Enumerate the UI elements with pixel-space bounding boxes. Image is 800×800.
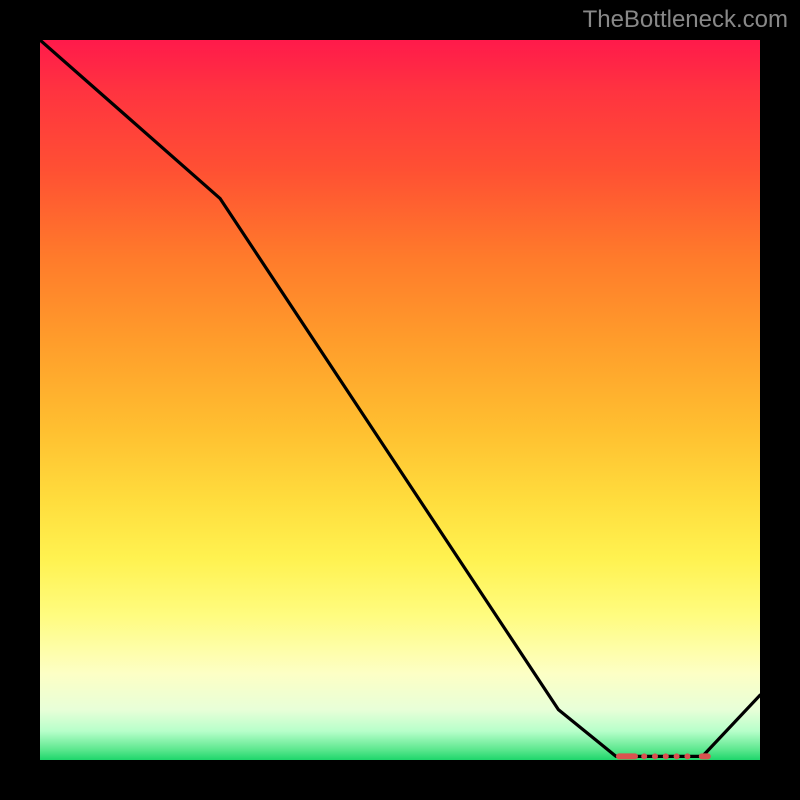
attribution-text: TheBottleneck.com — [583, 6, 788, 34]
optimum-dash — [674, 753, 680, 759]
optimum-dash — [663, 753, 669, 759]
bottleneck-curve — [40, 40, 760, 756]
chart-frame: TheBottleneck.com — [0, 0, 800, 800]
plot-area — [40, 40, 760, 760]
optimum-dash — [652, 753, 658, 759]
optimum-dots — [616, 753, 711, 759]
chart-svg — [40, 40, 760, 760]
optimum-dash — [699, 753, 711, 759]
optimum-dash — [616, 753, 638, 759]
optimum-dash — [684, 753, 690, 759]
optimum-dash — [641, 753, 647, 759]
